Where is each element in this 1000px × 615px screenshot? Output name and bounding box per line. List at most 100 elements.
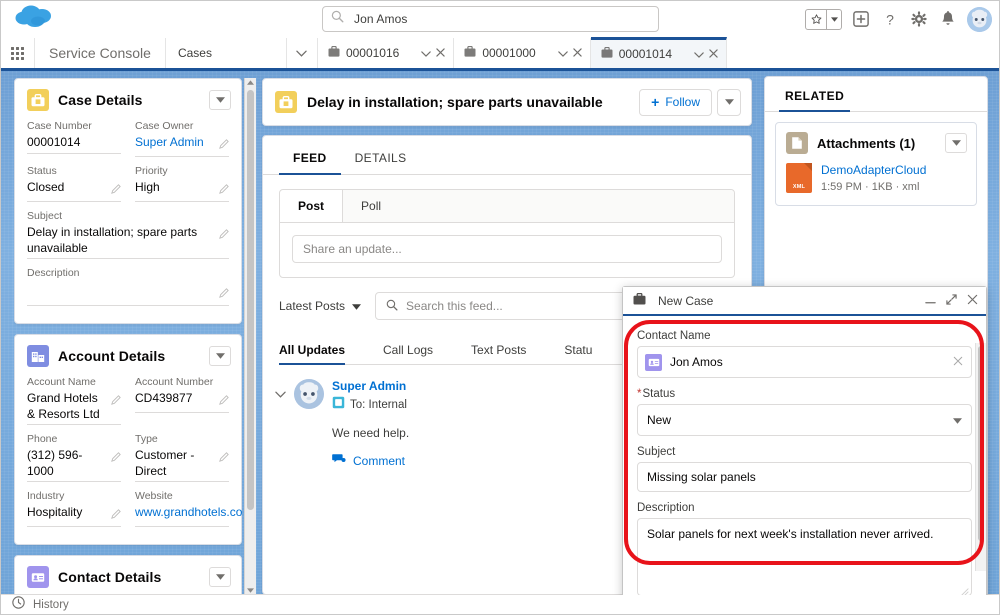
- modal-scrollbar[interactable]: [975, 343, 986, 571]
- feed-tab-call-logs[interactable]: Call Logs: [383, 343, 433, 364]
- subject-input[interactable]: Missing solar panels: [637, 462, 972, 492]
- favorites-star-icon[interactable]: [806, 10, 826, 29]
- attachments-chevron-down-icon[interactable]: [945, 133, 967, 153]
- tab-chevron-down-icon[interactable]: [694, 47, 704, 61]
- scroll-up-arrow-icon[interactable]: [247, 80, 254, 85]
- setup-gear-icon[interactable]: [909, 9, 929, 29]
- left-panel-scrollbar[interactable]: [244, 78, 256, 595]
- edit-pencil-icon[interactable]: [111, 181, 121, 199]
- user-avatar[interactable]: [967, 6, 992, 32]
- record-title: Delay in installation; spare parts unava…: [307, 94, 603, 110]
- tab-related[interactable]: RELATED: [779, 89, 851, 112]
- console-navigation-bar: Service Console Cases 00001016 00001000 …: [0, 37, 1000, 69]
- edit-pencil-icon[interactable]: [111, 449, 121, 467]
- feed-sort-dropdown[interactable]: Latest Posts: [279, 299, 362, 313]
- tab-feed[interactable]: FEED: [279, 151, 341, 175]
- record-actions-chevron-down-icon[interactable]: [717, 88, 741, 116]
- edit-pencil-icon[interactable]: [219, 226, 229, 244]
- post-collapse-chevron-down-icon[interactable]: [275, 385, 286, 468]
- workspace-tab-00001000[interactable]: 00001000: [454, 38, 591, 68]
- field-group-subject: Subject Missing solar panels: [637, 446, 972, 492]
- subject-value: Missing solar panels: [647, 470, 756, 484]
- tab-chevron-down-icon[interactable]: [557, 46, 568, 60]
- app-launcher-waffle-icon[interactable]: [0, 38, 35, 68]
- edit-pencil-icon[interactable]: [219, 449, 229, 467]
- clear-contact-close-icon[interactable]: [953, 353, 963, 371]
- favorites-control[interactable]: [805, 8, 842, 30]
- scrollbar-thumb[interactable]: [247, 90, 254, 510]
- global-search-input[interactable]: Jon Amos: [322, 6, 659, 32]
- field-value[interactable]: Super Admin: [135, 134, 215, 150]
- edit-pencil-icon[interactable]: [219, 285, 229, 303]
- new-case-modal: New Case Contact Name Jon Amos *Status N…: [622, 286, 987, 595]
- caret-down-icon: [953, 413, 962, 427]
- post-author-avatar[interactable]: [294, 379, 324, 409]
- case-details-card: Case Details Case Number 00001014 Case O…: [14, 78, 242, 324]
- minimize-icon[interactable]: [925, 292, 936, 310]
- contact-name-lookup[interactable]: Jon Amos: [637, 346, 972, 378]
- file-type-badge: XML: [792, 184, 806, 190]
- account-details-card: Account Details Account Name Grand Hotel…: [14, 334, 242, 545]
- description-value: Solar panels for next week's installatio…: [647, 527, 934, 541]
- field-value: Closed: [27, 180, 65, 194]
- tab-close-icon[interactable]: [436, 46, 446, 60]
- nav-item-cases[interactable]: Cases: [166, 38, 287, 68]
- feed-tab-status[interactable]: Statu: [564, 343, 592, 364]
- attachment-item[interactable]: XML DemoAdapterCloud 1:59 PM · 1KB · xml: [776, 161, 976, 205]
- case-details-title: Case Details: [58, 92, 143, 108]
- edit-pencil-icon[interactable]: [111, 506, 121, 524]
- add-icon[interactable]: [851, 9, 871, 29]
- close-icon[interactable]: [967, 292, 978, 310]
- status-select[interactable]: New: [637, 404, 972, 436]
- workspace-tab-00001016[interactable]: 00001016: [317, 38, 455, 68]
- description-textarea[interactable]: Solar panels for next week's installatio…: [637, 518, 972, 595]
- related-tab-bar: RELATED: [765, 77, 987, 112]
- field-description: Description: [27, 266, 229, 306]
- feed-tab-all-updates[interactable]: All Updates: [279, 343, 346, 365]
- edit-pencil-icon[interactable]: [219, 392, 229, 410]
- case-details-header: Case Details: [15, 79, 241, 119]
- follow-button-label: Follow: [665, 95, 700, 109]
- notifications-bell-icon[interactable]: [938, 9, 958, 29]
- case-details-fields: Case Number 00001014 Case Owner Super Ad…: [15, 119, 241, 323]
- tab-bar-empty-space: [727, 38, 1000, 68]
- field-case-number: Case Number 00001014: [27, 119, 121, 157]
- help-icon[interactable]: ?: [880, 9, 900, 29]
- follow-button[interactable]: + Follow: [639, 88, 712, 116]
- history-label[interactable]: History: [33, 599, 69, 611]
- account-details-title: Account Details: [58, 348, 166, 364]
- workspace-tab-label: 00001014: [618, 47, 673, 61]
- edit-pencil-icon[interactable]: [219, 136, 229, 154]
- field-industry: Industry Hospitality: [27, 489, 121, 527]
- modal-scrollbar-thumb[interactable]: [978, 346, 984, 541]
- resize-grip-icon[interactable]: [960, 584, 969, 595]
- feed-tab-text-posts[interactable]: Text Posts: [471, 343, 526, 364]
- publisher-tab-poll[interactable]: Poll: [343, 190, 400, 222]
- scroll-down-arrow-icon[interactable]: [247, 588, 254, 593]
- workspace-tab-label: 00001016: [345, 46, 400, 60]
- favorites-dropdown-icon[interactable]: [826, 9, 841, 29]
- workspace-tab-00001014[interactable]: 00001014: [590, 37, 728, 68]
- publisher-tab-post[interactable]: Post: [280, 190, 344, 222]
- edit-pencil-icon[interactable]: [111, 392, 121, 410]
- tab-close-icon[interactable]: [709, 47, 718, 61]
- attachment-name[interactable]: DemoAdapterCloud: [821, 163, 926, 178]
- edit-pencil-icon[interactable]: [219, 181, 229, 199]
- share-update-input[interactable]: Share an update...: [292, 235, 722, 263]
- account-details-chevron-down-icon[interactable]: [209, 346, 231, 366]
- contact-name-label: Contact Name: [637, 330, 711, 342]
- tab-chevron-down-icon[interactable]: [421, 46, 432, 60]
- tab-details[interactable]: DETAILS: [341, 151, 421, 174]
- feed-publisher: Post Poll Share an update...: [279, 189, 735, 278]
- attachment-meta: 1:59 PM · 1KB · xml: [821, 181, 920, 193]
- tab-close-icon[interactable]: [573, 46, 582, 60]
- field-account-name: Account Name Grand Hotels & Resorts Ltd: [27, 375, 121, 425]
- new-case-modal-header[interactable]: New Case: [623, 287, 986, 316]
- contact-details-chevron-down-icon[interactable]: [209, 567, 231, 587]
- case-details-chevron-down-icon[interactable]: [209, 90, 231, 110]
- salesforce-cloud-logo[interactable]: [14, 3, 60, 33]
- field-value[interactable]: www.grandhotels.com: [135, 504, 242, 520]
- caret-down-icon: [352, 299, 362, 313]
- expand-icon[interactable]: [946, 292, 957, 310]
- nav-overflow-chevron-down-icon[interactable]: [287, 38, 318, 68]
